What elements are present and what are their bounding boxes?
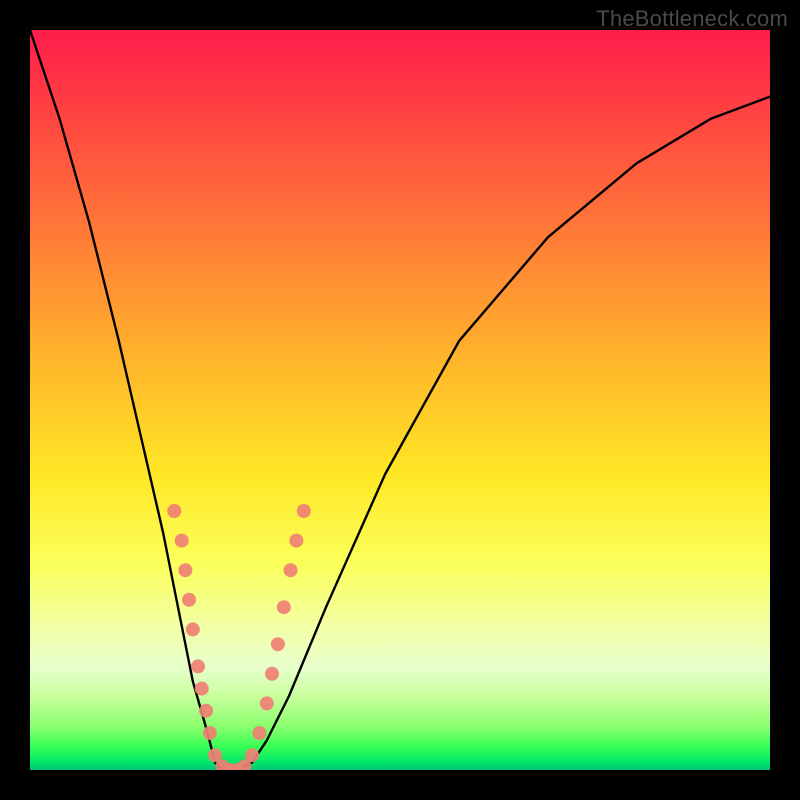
marker-dot: [167, 504, 181, 518]
chart-svg: [30, 30, 770, 770]
marker-dot: [271, 637, 285, 651]
marker-dot: [195, 682, 209, 696]
plot-area: [30, 30, 770, 770]
marker-dot: [289, 534, 303, 548]
marker-dot: [277, 600, 291, 614]
bottleneck-v-curve: [30, 30, 770, 770]
marker-dot: [203, 726, 217, 740]
chart-frame: TheBottleneck.com: [0, 0, 800, 800]
marker-dot: [186, 622, 200, 636]
marker-dot: [284, 563, 298, 577]
curve-path: [30, 30, 770, 770]
marker-dot: [178, 563, 192, 577]
marker-dot: [245, 748, 259, 762]
marker-dot: [191, 659, 205, 673]
marker-dot: [252, 726, 266, 740]
marker-dot: [199, 704, 213, 718]
highlighted-points: [167, 504, 310, 770]
marker-dot: [175, 534, 189, 548]
marker-dot: [182, 593, 196, 607]
marker-dot: [260, 696, 274, 710]
marker-dot: [297, 504, 311, 518]
watermark-text: TheBottleneck.com: [596, 6, 788, 32]
marker-dot: [265, 667, 279, 681]
